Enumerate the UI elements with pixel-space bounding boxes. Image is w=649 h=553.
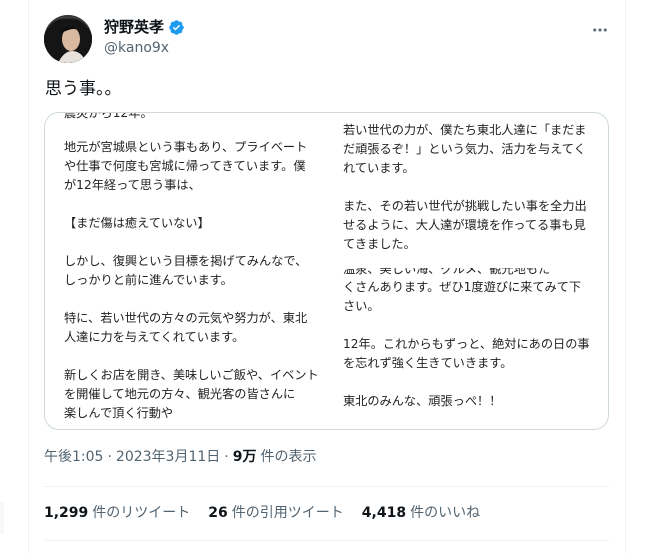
paragraph: くさんあります。ぜひ1度遊びに来てみて下 さい。	[343, 280, 582, 313]
scroll-edge	[0, 502, 4, 534]
author-name-row[interactable]: 狩野英孝	[104, 17, 185, 37]
clipped-line: 温泉、美しい海、グルメ、観光地もた	[343, 268, 551, 276]
retweets-stat[interactable]: 1,299 件のリツイート	[44, 503, 190, 523]
engagement-stats: 1,299 件のリツイート 26 件の引用ツイート 4,418 件のいいね	[44, 503, 480, 523]
likes-stat[interactable]: 4,418 件のいいね	[362, 503, 480, 523]
clipped-line: 震災から12年。	[64, 113, 153, 120]
tweet-time[interactable]: 午後1:05	[44, 447, 103, 467]
likes-label: 件のいいね	[410, 505, 481, 521]
quotes-stat[interactable]: 26 件の引用ツイート	[208, 503, 343, 523]
views-label: 件の表示	[260, 449, 317, 465]
display-name[interactable]: 狩野英孝	[104, 17, 164, 37]
divider	[44, 540, 609, 541]
retweets-count: 1,299	[44, 505, 89, 521]
meta-separator: ·	[107, 449, 112, 465]
user-handle[interactable]: @kano9x	[104, 39, 169, 57]
paragraph: また、その若い世代が挑戦したい事を全力出 せるように、大人達が環境を作ってる事も…	[343, 199, 587, 251]
media-right-column: 若い世代の力が、僕たち東北人達に「まだま だ頑張るぞ！」という気力、活力を与えて…	[343, 113, 599, 411]
likes-count: 4,418	[361, 505, 407, 521]
avatar-image	[44, 15, 92, 63]
paragraph: 地元が宮城県という事もあり、プライベート や仕事で何度も宮城に帰ってきています。…	[64, 140, 308, 192]
tweet-text: 思う事。。	[45, 79, 122, 99]
tweet-meta: 午後1:05 · 2023年3月11日 · 9万 件の表示	[44, 447, 316, 467]
paragraph: 【まだ傷は癒えていない】	[64, 216, 210, 230]
paragraph: 東北のみんな、頑張っぺ！！	[343, 394, 502, 408]
retweets-label: 件のリツイート	[92, 505, 191, 521]
verified-badge-icon	[168, 19, 185, 36]
paragraph: しかし、復興という目標を掲げてみんなで、 しっかりと前に進んでいます。	[64, 254, 308, 287]
paragraph: 新しくお店を開き、美味しいご飯や、イベント を開催して地元の方々、観光客の皆さん…	[64, 368, 319, 420]
quotes-label: 件の引用ツイート	[231, 505, 344, 521]
paragraph: 12年。これからもずっと、絶対にあの日の事 を忘れず強く生きていきます。	[343, 337, 590, 370]
media-left-column: 震災から12年。 地元が宮城県という事もあり、プライベート や仕事で何度も宮城に…	[64, 113, 324, 423]
tweet-media-image[interactable]: 震災から12年。 地元が宮城県という事もあり、プライベート や仕事で何度も宮城に…	[44, 112, 609, 430]
more-options-icon[interactable]	[588, 18, 612, 42]
avatar[interactable]	[44, 15, 92, 63]
views-count: 9万	[232, 449, 257, 465]
quotes-count: 26	[208, 505, 228, 521]
paragraph: 若い世代の力が、僕たち東北人達に「まだま だ頑張るぞ！」という気力、活力を与えて…	[343, 123, 587, 175]
tweet-date[interactable]: 2023年3月11日	[116, 447, 220, 467]
divider	[44, 486, 609, 487]
meta-separator: ·	[224, 449, 229, 465]
paragraph: 特に、若い世代の方々の元気や努力が、東北 人達に力を与えてくれています。	[64, 311, 308, 344]
